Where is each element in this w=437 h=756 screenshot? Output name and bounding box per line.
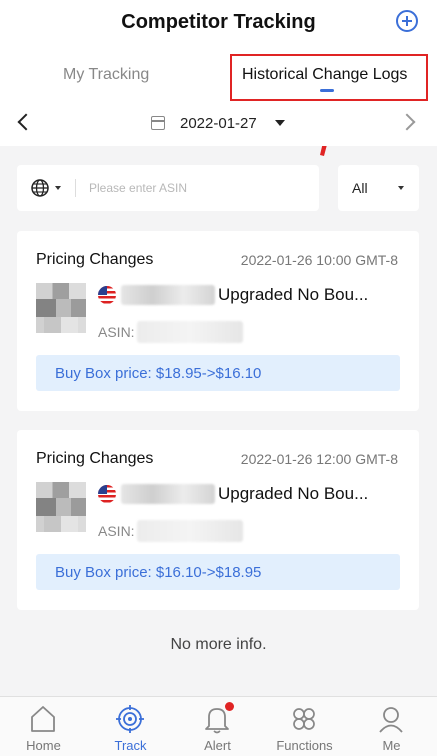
filter-dropdown[interactable]: All bbox=[338, 165, 419, 211]
filter-caret-icon bbox=[398, 186, 404, 190]
marketplace-caret-icon[interactable] bbox=[55, 186, 61, 190]
asin-label: ASIN: bbox=[98, 523, 135, 539]
functions-icon bbox=[293, 708, 315, 730]
us-flag-icon bbox=[98, 286, 116, 304]
asin-label: ASIN: bbox=[98, 324, 135, 340]
no-more-info-text: No more info. bbox=[170, 636, 267, 653]
header-bar: Competitor Tracking bbox=[0, 0, 437, 44]
tab-my-tracking[interactable]: My Tracking bbox=[63, 66, 149, 84]
bottom-navigation: Home Track Alert Functions Me bbox=[0, 696, 437, 756]
search-divider bbox=[75, 179, 76, 197]
filter-label: All bbox=[352, 180, 368, 196]
product-title: Upgraded No Bou... bbox=[218, 285, 369, 304]
product-thumbnail bbox=[36, 482, 86, 532]
change-timestamp: 2022-01-26 10:00 GMT-8 bbox=[240, 252, 398, 268]
us-flag-icon bbox=[98, 485, 116, 503]
next-date-button[interactable] bbox=[398, 113, 416, 131]
search-box bbox=[17, 165, 319, 211]
annotation-highlight-box bbox=[230, 54, 428, 101]
nav-label: Me bbox=[382, 738, 401, 753]
nav-label: Track bbox=[114, 738, 147, 753]
change-detail-bar: Buy Box price: $16.10->$18.95 bbox=[36, 554, 400, 590]
change-detail: Buy Box price: $16.10->$18.95 bbox=[55, 564, 262, 581]
change-detail-bar: Buy Box price: $18.95->$16.10 bbox=[36, 355, 400, 391]
change-log-card[interactable]: Pricing Changes 2022-01-26 10:00 GMT-8 U… bbox=[17, 231, 419, 411]
nav-alert[interactable]: Alert bbox=[174, 697, 261, 756]
change-detail: Buy Box price: $18.95->$16.10 bbox=[55, 365, 262, 382]
calendar-icon[interactable] bbox=[151, 116, 165, 130]
change-type: Pricing Changes bbox=[36, 251, 154, 268]
nav-functions[interactable]: Functions bbox=[261, 697, 348, 756]
change-timestamp: 2022-01-26 12:00 GMT-8 bbox=[240, 451, 398, 467]
date-navigation-bar: 2022-01-27 bbox=[0, 104, 437, 146]
page-title: Competitor Tracking bbox=[121, 11, 316, 33]
user-icon bbox=[379, 707, 403, 733]
product-thumbnail bbox=[36, 283, 86, 333]
add-tracking-button[interactable] bbox=[396, 10, 418, 32]
change-type: Pricing Changes bbox=[36, 450, 154, 467]
home-icon bbox=[31, 706, 55, 732]
product-title: Upgraded No Bou... bbox=[218, 484, 369, 503]
nav-label: Functions bbox=[276, 738, 333, 753]
asin-search-input[interactable] bbox=[89, 178, 309, 198]
date-dropdown-caret-icon[interactable] bbox=[275, 120, 285, 126]
selected-date[interactable]: 2022-01-27 bbox=[180, 115, 257, 132]
nav-home[interactable]: Home bbox=[0, 697, 87, 756]
nav-track[interactable]: Track bbox=[87, 697, 174, 756]
blurred-brand bbox=[121, 285, 215, 305]
nav-label: Home bbox=[26, 738, 61, 753]
nav-me[interactable]: Me bbox=[348, 697, 435, 756]
globe-icon[interactable] bbox=[31, 179, 49, 197]
previous-date-button[interactable] bbox=[17, 113, 35, 131]
blurred-asin bbox=[137, 321, 243, 343]
nav-label: Alert bbox=[204, 738, 231, 753]
blurred-asin bbox=[137, 520, 243, 542]
blurred-brand bbox=[121, 484, 215, 504]
alert-badge bbox=[225, 702, 234, 711]
target-icon bbox=[116, 705, 144, 733]
change-log-card[interactable]: Pricing Changes 2022-01-26 12:00 GMT-8 U… bbox=[17, 430, 419, 610]
